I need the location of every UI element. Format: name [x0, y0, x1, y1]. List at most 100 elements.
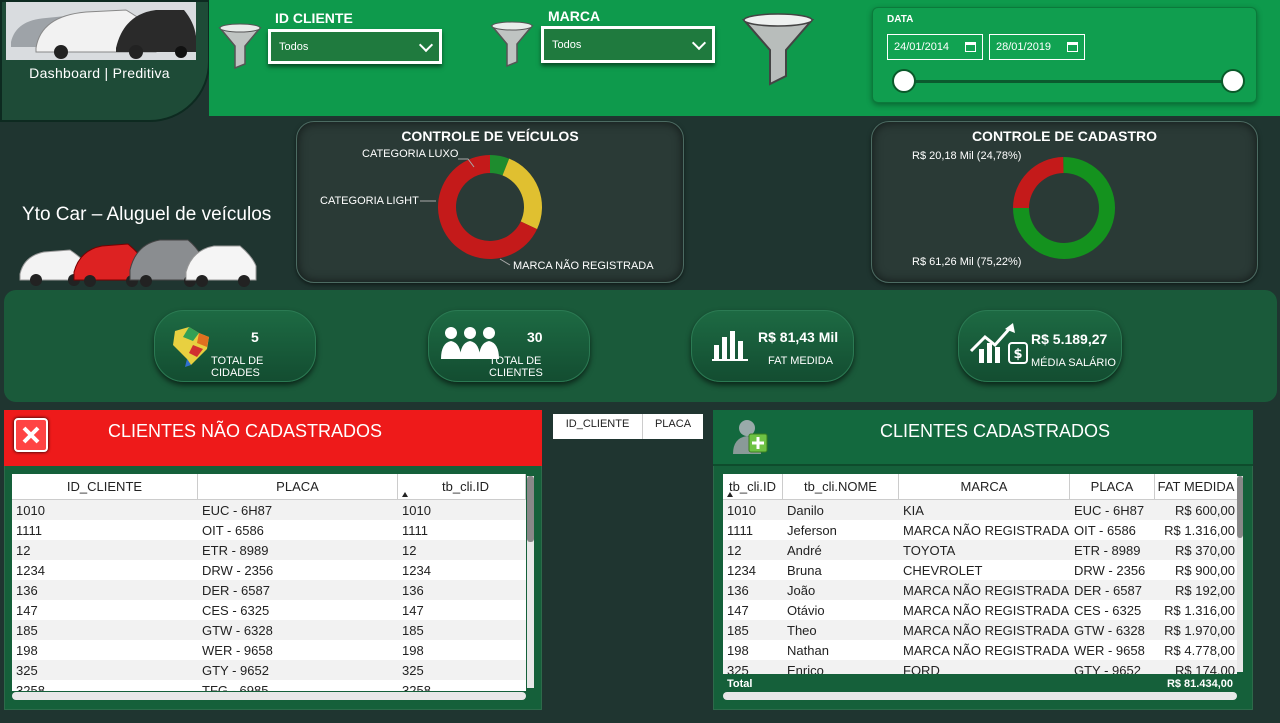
- table-row[interactable]: 185 GTW - 6328 185: [12, 620, 526, 640]
- table-cell: CHEVROLET: [903, 562, 983, 578]
- table-cell: 185: [727, 622, 749, 638]
- start-date-value: 24/01/2014: [894, 41, 950, 53]
- end-date-value: 28/01/2019: [996, 41, 1052, 53]
- kpi-label: MÉDIA SALÁRIO: [1031, 357, 1116, 369]
- donut-slice[interactable]: [1013, 157, 1064, 208]
- table-cell: MARCA NÃO REGISTRADA: [903, 622, 1070, 638]
- table-cell: 1111: [402, 522, 429, 538]
- table-cell: DER - 6587: [1074, 582, 1142, 598]
- marca-dropdown-value: Todos: [552, 38, 582, 51]
- table-cell: R$ 1.316,00: [1164, 522, 1235, 538]
- total-value: R$ 81.434,00: [1166, 678, 1233, 690]
- table-row[interactable]: 185 Theo MARCA NÃO REGISTRADA GTW - 6328 R$ …: [723, 620, 1237, 640]
- table-row[interactable]: 12 ETR - 8989 12: [12, 540, 526, 560]
- vertical-scrollbar[interactable]: [527, 476, 534, 688]
- table-cell: ETR - 8989: [1074, 542, 1141, 558]
- slider-start-handle[interactable]: [892, 69, 916, 93]
- table-cell: GTY - 9652: [202, 662, 269, 678]
- column-header[interactable]: PLACA: [643, 414, 703, 439]
- id-cliente-dropdown[interactable]: Todos: [268, 29, 442, 64]
- start-date-input[interactable]: 24/01/2014: [887, 34, 983, 60]
- table-cell: R$ 1.316,00: [1164, 602, 1235, 618]
- column-header[interactable]: PLACA: [1070, 474, 1155, 499]
- column-header[interactable]: tb_cli.NOME: [783, 474, 899, 499]
- table-cell: 147: [16, 602, 38, 618]
- table-cell: FORD: [903, 662, 940, 675]
- table-row[interactable]: 147 Otávio MARCA NÃO REGISTRADA CES - 6325 R…: [723, 600, 1237, 620]
- table-row[interactable]: 198 WER - 9658 198: [12, 640, 526, 660]
- column-header[interactable]: ID_CLIENTE: [12, 474, 198, 499]
- cadastro-slice-label: R$ 20,18 Mil (24,78%): [912, 150, 1022, 162]
- calendar-icon[interactable]: [1067, 42, 1078, 52]
- kpi-label: TOTAL DE CIDADES: [211, 355, 264, 379]
- table-cell: 325: [16, 662, 38, 678]
- id-cliente-filter-label: ID CLIENTE: [275, 10, 353, 26]
- table-cell: MARCA NÃO REGISTRADA: [903, 642, 1070, 658]
- table-cell: R$ 370,00: [1175, 542, 1235, 558]
- date-range-slider-track[interactable]: [904, 80, 1234, 83]
- table-cell: 1234: [16, 562, 45, 578]
- table-row[interactable]: 325 GTY - 9652 325: [12, 660, 526, 680]
- column-header-sorted[interactable]: tb_cli.ID: [398, 474, 526, 499]
- scrollbar-thumb[interactable]: [527, 476, 534, 542]
- kpi-media-salario: $ R$ 5.189,27 MÉDIA SALÁRIO: [958, 310, 1122, 382]
- table-cell: 12: [402, 542, 417, 558]
- svg-text:$: $: [1013, 347, 1022, 362]
- total-label: Total: [727, 678, 753, 690]
- table-row[interactable]: 1234 Bruna CHEVROLET DRW - 2356 R$ 900,00: [723, 560, 1237, 580]
- table-cell: TOYOTA: [903, 542, 956, 558]
- table-row[interactable]: 1234 DRW - 2356 1234: [12, 560, 526, 580]
- date-filter-label: DATA: [887, 14, 914, 25]
- column-header[interactable]: MARCA: [899, 474, 1070, 499]
- sort-ascending-icon: [402, 492, 408, 497]
- nao-cadastrados-table: ID_CLIENTE PLACA tb_cli.ID 1010 EUC - 6H8…: [12, 474, 526, 691]
- column-header[interactable]: PLACA: [198, 474, 398, 499]
- controle-cadastro-title: CONTROLE DE CADASTRO: [971, 128, 1158, 144]
- kpi-value: 5: [251, 329, 259, 345]
- table-row[interactable]: 325 Enrico FORD GTY - 9652 R$ 174,00: [723, 660, 1237, 674]
- donut-slice[interactable]: [502, 158, 542, 230]
- table-row[interactable]: 147 CES - 6325 147: [12, 600, 526, 620]
- table-cell: 1010: [402, 502, 431, 518]
- car-photo-icon: [6, 2, 196, 60]
- car-lineup-icon: [19, 239, 257, 287]
- slider-end-handle[interactable]: [1221, 69, 1245, 93]
- table-row[interactable]: 1010 Danilo KIA EUC - 6H87 R$ 600,00: [723, 500, 1237, 520]
- table-row[interactable]: 1111 OIT - 6586 1111: [12, 520, 526, 540]
- column-header[interactable]: FAT MEDIDA: [1155, 474, 1237, 499]
- horizontal-scrollbar[interactable]: [723, 692, 1237, 700]
- table-cell: 185: [402, 622, 424, 638]
- table-cell: 1234: [727, 562, 756, 578]
- column-header[interactable]: ID_CLIENTE: [553, 414, 643, 439]
- column-header-sorted[interactable]: tb_cli.ID: [723, 474, 783, 499]
- veiculos-slice-label: CATEGORIA LUXO: [362, 148, 459, 160]
- table-cell: MARCA NÃO REGISTRADA: [903, 582, 1070, 598]
- brazil-map-icon: [173, 327, 209, 367]
- table-cell: 1010: [16, 502, 45, 518]
- table-cell: DRW - 2356: [1074, 562, 1146, 578]
- nao-cadastrados-title: CLIENTES NÃO CADASTRADOS: [108, 421, 383, 441]
- end-date-input[interactable]: 28/01/2019: [989, 34, 1085, 60]
- table-cell: CES - 6325: [202, 602, 270, 618]
- table-row[interactable]: 198 Nathan MARCA NÃO REGISTRADA WER - 9658 R…: [723, 640, 1237, 660]
- table-row[interactable]: 136 João MARCA NÃO REGISTRADA DER - 6587 R$ …: [723, 580, 1237, 600]
- table-row[interactable]: 1010 EUC - 6H87 1010: [12, 500, 526, 520]
- table-cell: Enrico: [787, 662, 824, 675]
- table-row[interactable]: 3258 TFG - 6985 3258: [12, 680, 526, 692]
- veiculos-slice-label: CATEGORIA LIGHT: [320, 195, 419, 207]
- veiculos-donut-chart: [438, 155, 542, 259]
- table-row[interactable]: 1111 Jeferson MARCA NÃO REGISTRADA OIT - 65…: [723, 520, 1237, 540]
- bar-chart-icon: [712, 331, 748, 361]
- marca-dropdown[interactable]: Todos: [541, 26, 715, 63]
- table-cell: 147: [402, 602, 424, 618]
- table-cell: 1234: [402, 562, 431, 578]
- kpi-total-clientes: 30 TOTAL DE CLIENTES: [428, 310, 590, 382]
- vertical-scrollbar[interactable]: [1237, 476, 1243, 672]
- scrollbar-thumb[interactable]: [1237, 476, 1243, 538]
- table-row[interactable]: 136 DER - 6587 136: [12, 580, 526, 600]
- nao-cadastrados-header: CLIENTES NÃO CADASTRADOS: [4, 410, 542, 466]
- calendar-icon[interactable]: [965, 42, 976, 52]
- table-row[interactable]: 12 André TOYOTA ETR - 8989 R$ 370,00: [723, 540, 1237, 560]
- horizontal-scrollbar[interactable]: [12, 692, 526, 700]
- table-cell: Jeferson: [787, 522, 837, 538]
